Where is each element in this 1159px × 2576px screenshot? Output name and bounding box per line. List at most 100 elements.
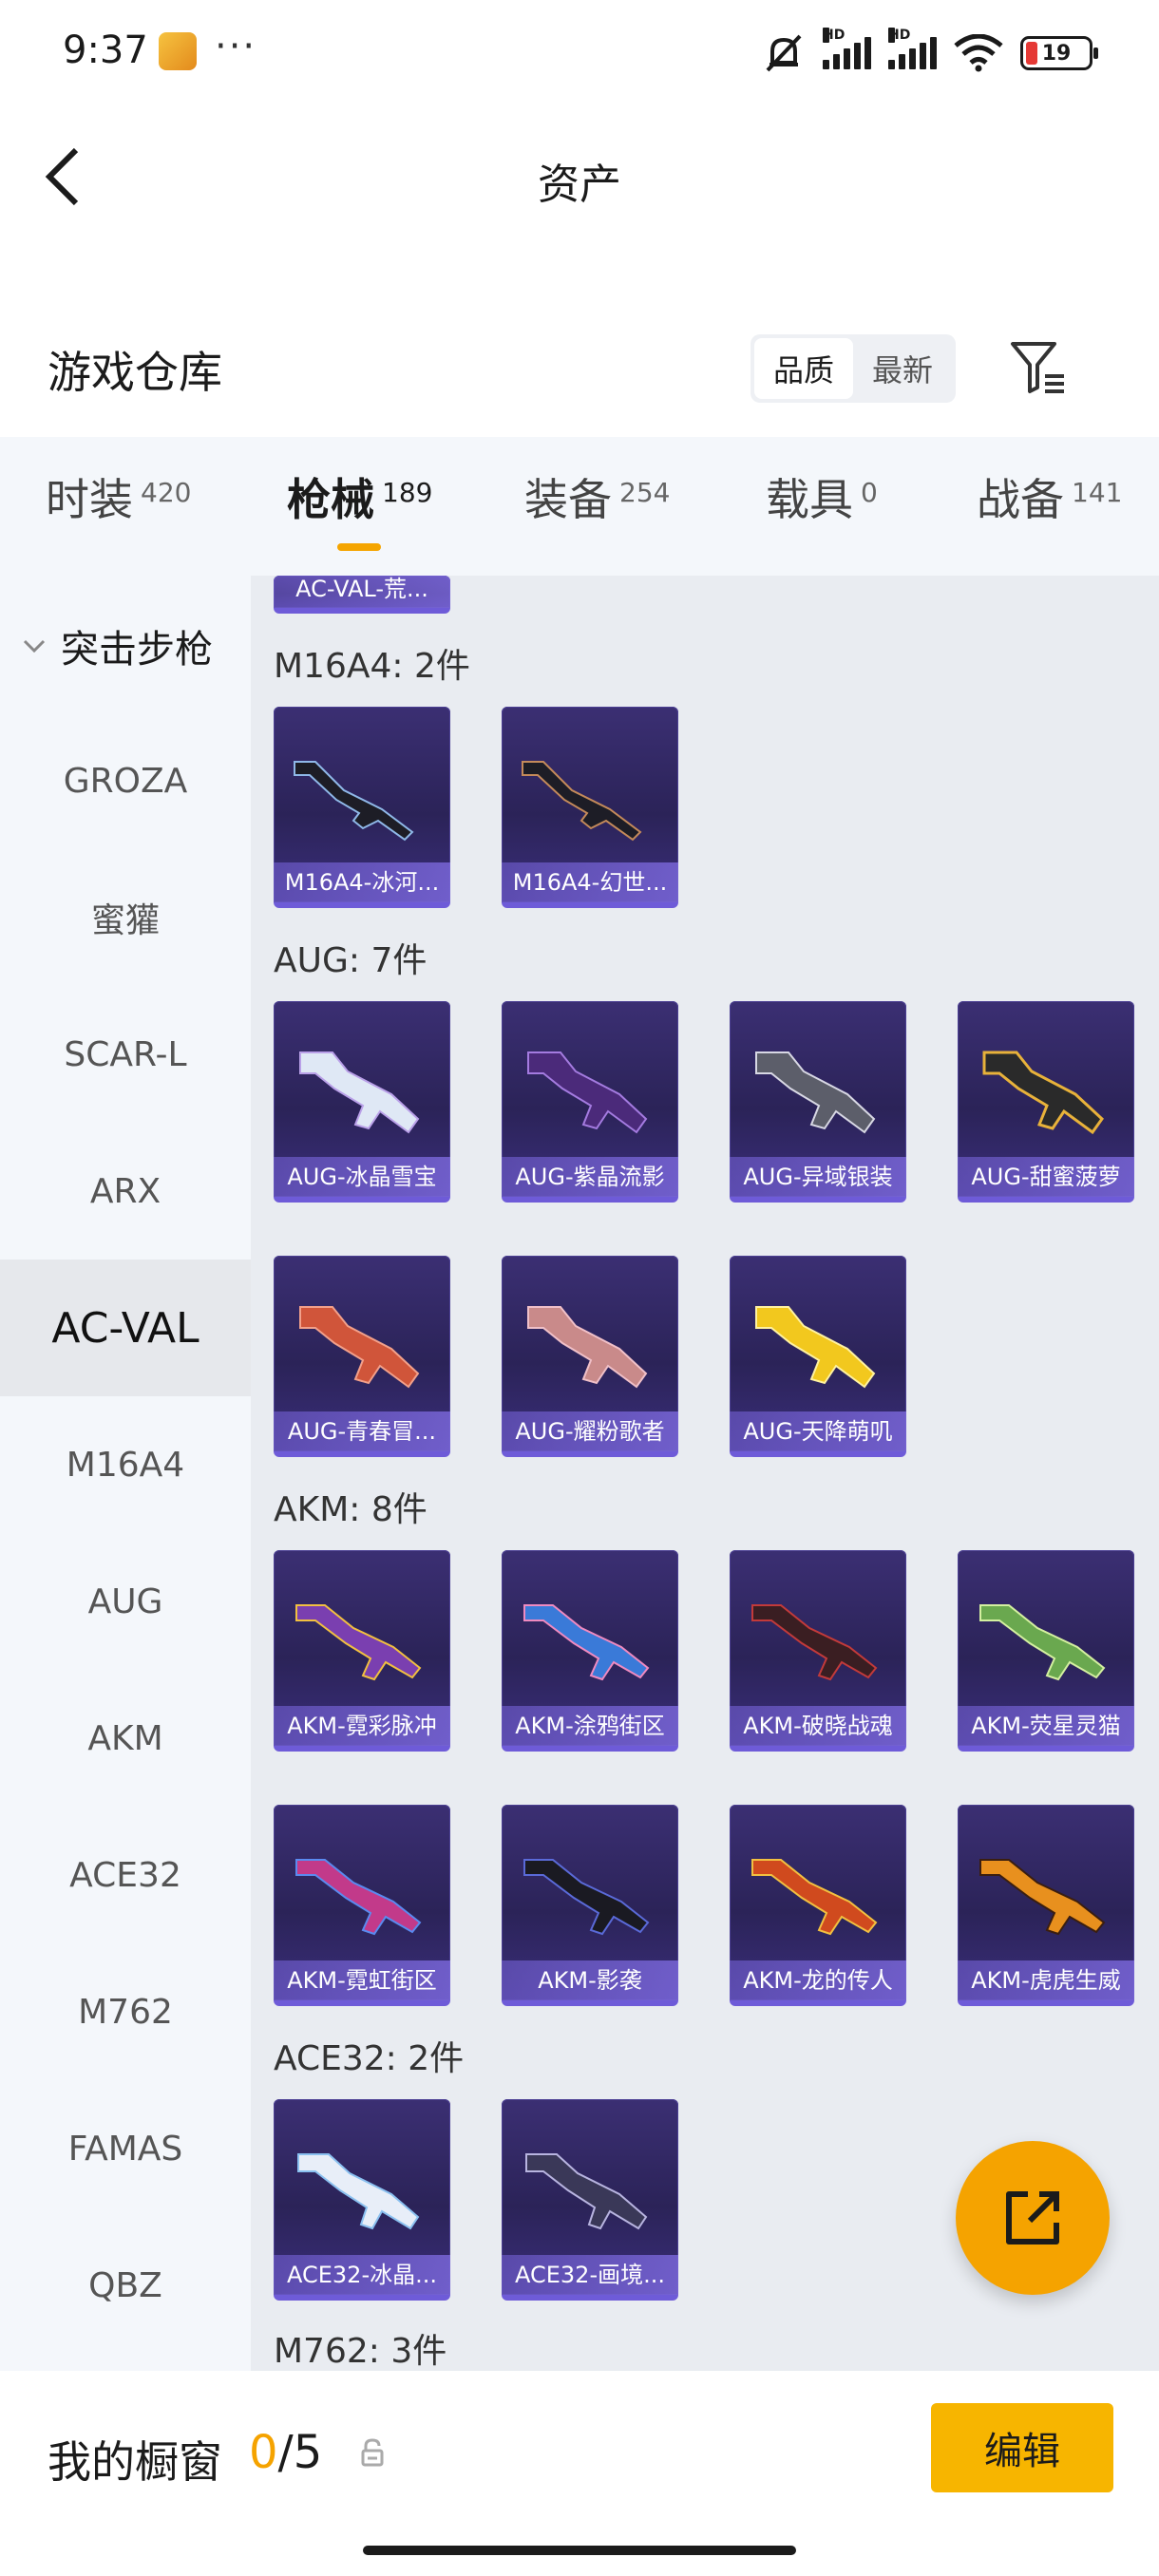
- sidebar-item-ace32[interactable]: ACE32: [0, 1807, 251, 1943]
- skin-card[interactable]: AUG-耀粉歌者: [502, 1256, 678, 1457]
- tab-label: 载具: [766, 474, 853, 525]
- wifi-icon: [954, 34, 1003, 72]
- sidebar-item-scar-l[interactable]: SCAR-L: [0, 986, 251, 1123]
- tab-label: 枪械: [287, 474, 374, 525]
- weapon-type-sidebar: 突击步枪 GROZA 蜜獾 SCAR-L ARX AC-VAL M16A4 AU…: [0, 576, 251, 2371]
- sidebar-item-aug[interactable]: AUG: [0, 1533, 251, 1670]
- rifle-icon: [982, 1051, 1104, 1135]
- skin-card[interactable]: AUG-异域银装: [730, 1001, 906, 1203]
- showcase-bar: 我的橱窗 0/5 编辑: [0, 2371, 1159, 2576]
- sidebar-item-m762[interactable]: M762: [0, 1943, 251, 2080]
- signal-2-icon: HD: [888, 28, 937, 69]
- app-notification-icon: [159, 32, 197, 70]
- skin-card[interactable]: AUG-青春冒...: [274, 1256, 450, 1457]
- skin-name: AKM-霓彩脉冲: [274, 1706, 450, 1746]
- tab-count: 254: [619, 477, 671, 508]
- skin-card[interactable]: M16A4-幻世...: [502, 707, 678, 908]
- tab-count: 420: [141, 477, 192, 508]
- sidebar-item-honey-badger[interactable]: 蜜獾: [0, 849, 251, 986]
- showcase-current: 0: [249, 2426, 278, 2479]
- edit-button[interactable]: 编辑: [931, 2403, 1113, 2492]
- rifle-icon: [751, 1859, 878, 1936]
- skin-name: AKM-虎虎生威: [958, 1960, 1134, 2000]
- section-title: 游戏仓库: [48, 347, 222, 398]
- tab-count: 0: [861, 477, 878, 508]
- skin-name: AUG-甜蜜菠萝: [958, 1157, 1134, 1197]
- group-label: M762: 3件: [274, 2332, 447, 2371]
- skin-name: AUG-天降萌叽: [730, 1411, 906, 1451]
- tab-vehicles[interactable]: 载具 0: [766, 465, 878, 528]
- skin-card[interactable]: AKM-涂鸦街区: [502, 1550, 678, 1752]
- skin-card[interactable]: AUG-冰晶雪宝: [274, 1001, 450, 1203]
- rifle-icon: [979, 1604, 1106, 1681]
- skin-card[interactable]: AKM-虎虎生威: [958, 1805, 1134, 2006]
- tab-supplies[interactable]: 战备 141: [977, 465, 1122, 528]
- rifle-icon: [299, 1051, 420, 1134]
- skin-name: AKM-涂鸦街区: [502, 1706, 678, 1746]
- skin-card[interactable]: AKM-霓虹街区: [274, 1805, 450, 2006]
- rifle-icon: [294, 761, 414, 842]
- rifle-icon: [522, 761, 642, 842]
- skin-card[interactable]: AKM-破晓战魂: [730, 1550, 906, 1752]
- skin-name: AUG-青春冒...: [274, 1411, 450, 1451]
- rifle-icon: [755, 1306, 876, 1389]
- sidebar-group-assault-rifles[interactable]: 突击步枪: [0, 578, 251, 714]
- chevron-down-icon: [23, 639, 46, 653]
- tab-equipment[interactable]: 装备 254: [524, 465, 670, 528]
- status-bar: 9:37 ··· HD HD 19: [0, 0, 1159, 104]
- battery-icon: 19: [1020, 36, 1098, 70]
- sort-quality-option[interactable]: 品质: [754, 338, 853, 399]
- showcase-total: 5: [293, 2426, 323, 2479]
- tab-label: 战备: [977, 474, 1064, 525]
- tab-fashion[interactable]: 时装 420: [46, 465, 191, 528]
- tab-label: 装备: [524, 474, 612, 525]
- share-external-icon: [1006, 2191, 1059, 2245]
- sort-toggle: 品质 最新: [750, 334, 956, 403]
- tab-guns[interactable]: 枪械 189: [287, 465, 432, 528]
- skin-card[interactable]: AUG-紫晶流影: [502, 1001, 678, 1203]
- skin-name: AKM-龙的传人: [730, 1960, 906, 2000]
- skin-card[interactable]: AKM-龙的传人: [730, 1805, 906, 2006]
- sidebar-item-m16a4[interactable]: M16A4: [0, 1396, 251, 1533]
- mute-bell-icon: [766, 34, 802, 72]
- rifle-icon: [295, 1859, 422, 1936]
- skin-grid: AC-VAL-荒... M16A4: 2件 M16A4-冰河... M16A4-…: [251, 576, 1159, 2371]
- skin-card[interactable]: AKM-影袭: [502, 1805, 678, 2006]
- skin-card[interactable]: M16A4-冰河...: [274, 707, 450, 908]
- sidebar-item-arx[interactable]: ARX: [0, 1123, 251, 1260]
- skin-card[interactable]: ACE32-画境...: [502, 2099, 678, 2301]
- skin-card[interactable]: AUG-天降萌叽: [730, 1256, 906, 1457]
- skin-name: AC-VAL-荒...: [274, 576, 450, 608]
- skin-name: ACE32-冰晶...: [274, 2255, 450, 2295]
- rifle-icon: [751, 1604, 878, 1681]
- skin-card[interactable]: ACE32-冰晶...: [274, 2099, 450, 2301]
- skin-card[interactable]: AKM-荧星灵猫: [958, 1550, 1134, 1752]
- skin-name: M16A4-冰河...: [274, 862, 450, 902]
- rifle-icon: [525, 2153, 648, 2230]
- more-notifications-icon: ···: [215, 25, 257, 68]
- skin-card[interactable]: AUG-甜蜜菠萝: [958, 1001, 1134, 1203]
- group-label: AKM: 8件: [274, 1490, 428, 1529]
- skin-card[interactable]: AKM-霓彩脉冲: [274, 1550, 450, 1752]
- filter-icon[interactable]: [1007, 336, 1068, 397]
- rifle-icon: [527, 1051, 648, 1134]
- skin-card[interactable]: AC-VAL-荒...: [274, 576, 450, 614]
- group-label: M16A4: 2件: [274, 647, 470, 686]
- share-button[interactable]: [956, 2141, 1110, 2295]
- status-time: 9:37: [63, 28, 148, 72]
- showcase-separator: /: [277, 2426, 294, 2479]
- tab-count: 141: [1072, 477, 1123, 508]
- rifle-icon: [755, 1051, 876, 1134]
- sidebar-item-famas[interactable]: FAMAS: [0, 2080, 251, 2217]
- sidebar-item-akm[interactable]: AKM: [0, 1670, 251, 1807]
- sort-latest-option[interactable]: 最新: [853, 338, 952, 399]
- sidebar-item-ac-val[interactable]: AC-VAL: [0, 1260, 251, 1396]
- home-indicator[interactable]: [363, 2546, 796, 2555]
- skin-name: AKM-荧星灵猫: [958, 1706, 1134, 1746]
- sidebar-item-groza[interactable]: GROZA: [0, 712, 251, 849]
- skin-name: AKM-影袭: [502, 1960, 678, 2000]
- sidebar-item-qbz[interactable]: QBZ: [0, 2217, 251, 2354]
- skin-name: AUG-耀粉歌者: [502, 1411, 678, 1451]
- tab-count: 189: [382, 477, 433, 508]
- skin-name: AKM-破晓战魂: [730, 1706, 906, 1746]
